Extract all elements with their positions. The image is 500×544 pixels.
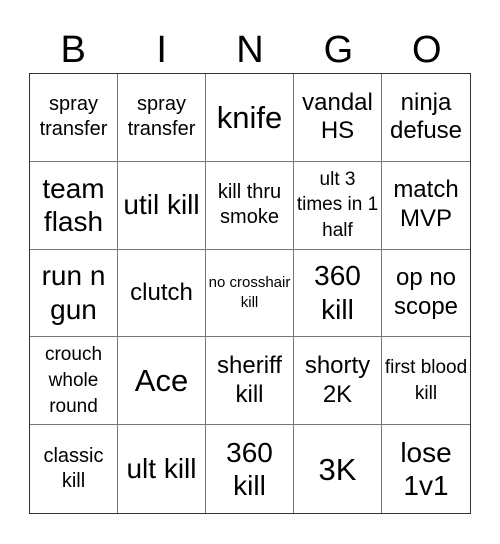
bingo-cell-text: ult 3 times in 1 half [296,168,379,242]
bingo-cell[interactable]: 360 kill [294,249,382,338]
bingo-cell-text: sheriff kill [217,351,282,408]
bingo-cell-text: kill thru smoke [217,181,282,229]
bingo-cell-text: first blood kill [384,357,468,404]
bingo-cell[interactable]: spray transfer [30,74,118,162]
header-letter-g: G [323,29,354,71]
bingo-cell[interactable]: op no scope [382,250,470,338]
header-letter-o: O [412,29,442,71]
bingo-cell[interactable]: no crosshair kill [206,249,294,338]
bingo-cell[interactable]: run n gun [30,249,118,338]
bingo-cell[interactable]: clutch [118,249,206,338]
bingo-cell-text: spray transfer [127,93,196,141]
bingo-grid: spray transfer spray transfer knife vandal … [29,73,471,514]
header-letter-n: N [236,29,264,71]
bingo-cell-text: 360 kill [226,436,273,502]
bingo-cell[interactable]: util kill [118,161,206,250]
bingo-cell[interactable]: kill thru smoke [206,161,294,250]
bingo-cell-text: classic kill [43,445,104,493]
bingo-cell-text: 3K [318,451,357,487]
header-letter-i: I [156,29,167,71]
bingo-cell-text: spray transfer [39,93,108,141]
bingo-cell-text: ult kill [126,453,197,485]
bingo-cell-text: util kill [123,189,200,221]
bingo-cell-text: no crosshair kill [208,273,291,311]
bingo-cell-text: crouch whole round [44,344,103,417]
bingo-cell[interactable]: spray transfer [118,74,206,162]
bingo-cell-text: op no scope [393,264,459,320]
bingo-header: B I N G O [29,28,471,73]
bingo-cell[interactable]: classic kill [30,425,118,513]
bingo-cell[interactable]: Ace [118,337,206,426]
bingo-cell[interactable]: shorty 2K [294,337,382,426]
bingo-cell[interactable]: 3K [294,425,382,513]
bingo-cell-text: match MVP [393,176,459,233]
bingo-cell-text: 360 kill [314,260,361,325]
bingo-cell[interactable]: team flash [30,161,118,250]
bingo-cell[interactable]: lose 1v1 [382,425,470,513]
bingo-cell[interactable]: vandal HS [294,74,382,162]
bingo-cell-text: clutch [130,278,193,306]
bingo-cell-text: ninja defuse [389,88,463,145]
header-letter-b: B [60,29,86,71]
bingo-cell[interactable]: first blood kill [382,337,470,426]
bingo-cell[interactable]: ult kill [118,425,206,513]
bingo-cell[interactable]: knife [206,74,294,162]
bingo-cell[interactable]: ninja defuse [382,74,470,162]
bingo-cell[interactable]: crouch whole round [30,337,118,426]
bingo-cell[interactable]: 360 kill [206,425,294,513]
bingo-cell-text: Ace [134,363,189,399]
bingo-cell-text: team flash [42,172,105,238]
bingo-cell[interactable]: ult 3 times in 1 half [294,161,382,250]
bingo-cell-text: shorty 2K [304,351,371,408]
bingo-cell-text: vandal HS [302,88,373,145]
bingo-cell-text: lose 1v1 [400,436,452,502]
bingo-cell[interactable]: match MVP [382,162,470,250]
bingo-cell-text: run n gun [41,260,106,325]
bingo-cell-text: knife [216,99,283,135]
bingo-cell[interactable]: sheriff kill [206,337,294,426]
